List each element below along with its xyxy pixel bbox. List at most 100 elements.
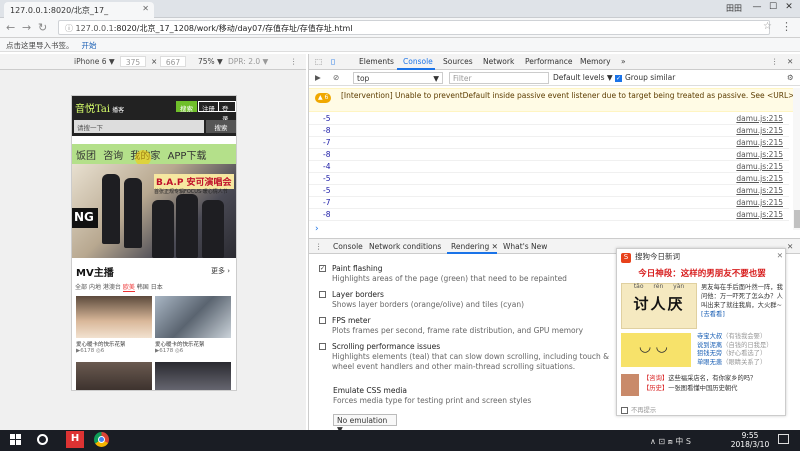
- info-icon[interactable]: ⓘ: [65, 24, 76, 33]
- cortana-icon[interactable]: [37, 434, 48, 445]
- context-select[interactable]: top ▼: [353, 72, 443, 84]
- hbuilder-app-icon[interactable]: H: [66, 431, 84, 448]
- device-more-icon[interactable]: ⋮: [290, 57, 298, 66]
- rendering-option-fps-meter[interactable]: FPS meter Plots frames per second, frame…: [319, 316, 619, 336]
- clear-console-icon[interactable]: ⊘: [333, 73, 339, 82]
- phone-nav-item[interactable]: 饭团: [76, 151, 96, 162]
- sogou-desc-link[interactable]: [去看看]: [701, 311, 725, 318]
- drawer-tab-network-conditions[interactable]: Network conditions: [369, 242, 441, 251]
- close-window-icon[interactable]: ✕: [782, 2, 796, 12]
- drawer-close-icon[interactable]: ✕: [787, 242, 793, 251]
- tab-close-icon[interactable]: ✕: [142, 4, 149, 13]
- bookmark-star-icon[interactable]: ☆: [763, 21, 772, 32]
- log-source-link[interactable]: damu.js:215: [736, 174, 783, 183]
- tabs-overflow[interactable]: »: [621, 57, 626, 66]
- checkbox-icon[interactable]: [319, 291, 326, 298]
- sogou-word-item[interactable]: 寺宝大叔（有钱我会娶）: [697, 333, 785, 342]
- drawer-menu-icon[interactable]: ⋮: [315, 242, 323, 251]
- tab-performance[interactable]: Performance: [525, 57, 573, 66]
- mv-thumbnail[interactable]: [155, 362, 231, 390]
- filter-tab[interactable]: 港澳台: [103, 284, 121, 291]
- group-similar-checkbox[interactable]: ✓ Group similar: [615, 73, 675, 82]
- checkbox-icon[interactable]: [319, 343, 326, 350]
- levels-select[interactable]: Default levels ▼: [553, 73, 613, 82]
- tab-console[interactable]: Console: [403, 57, 433, 66]
- zoom-select[interactable]: 75% ▼: [198, 57, 223, 66]
- warning-count-badge[interactable]: ▲ 6: [315, 93, 332, 103]
- tab-network[interactable]: Network: [483, 57, 514, 66]
- checkbox-checked-icon[interactable]: ✓: [319, 265, 326, 272]
- sogou-news-item[interactable]: 【历史】一张图看懂中国历史朝代: [643, 384, 785, 394]
- log-source-link[interactable]: damu.js:215: [736, 114, 783, 123]
- tab-sources[interactable]: Sources: [443, 57, 473, 66]
- phone-register-button[interactable]: 注册: [198, 101, 219, 113]
- phone-search-toggle[interactable]: 搜索: [176, 101, 197, 113]
- sogou-word-item[interactable]: 说到泥离（自钱的日我是）: [697, 342, 785, 351]
- device-toggle-icon[interactable]: ▯: [331, 57, 335, 66]
- phone-nav-item[interactable]: 咨询: [103, 151, 123, 162]
- sogou-news-item[interactable]: 【咨询】这些福采店名，有你家乡的吗？: [643, 374, 785, 384]
- url-input[interactable]: ⓘ 127.0.0.1:8020/北京_17_1208/work/移动/day0…: [58, 20, 770, 35]
- tab-memory[interactable]: Memory: [580, 57, 611, 66]
- filter-tab[interactable]: 日本: [151, 284, 163, 291]
- console-scrollbar[interactable]: [793, 88, 800, 230]
- checkbox-icon[interactable]: [621, 406, 628, 414]
- console-scroll-thumb[interactable]: [794, 210, 800, 228]
- drawer-tab-rendering[interactable]: Rendering ✕: [451, 242, 498, 251]
- sogou-word-item[interactable]: 狙钱无旁（好心看选了）: [697, 350, 785, 359]
- log-source-link[interactable]: damu.js:215: [736, 198, 783, 207]
- log-source-link[interactable]: damu.js:215: [736, 126, 783, 135]
- mv-thumbnail[interactable]: [76, 362, 152, 390]
- phone-nav-item[interactable]: APP下载: [168, 151, 207, 162]
- maximize-icon[interactable]: ☐: [766, 2, 780, 12]
- checkbox-icon[interactable]: [319, 317, 326, 324]
- taskbar-clock[interactable]: 9:55 2018/3/10: [730, 431, 770, 449]
- reload-icon[interactable]: ↻: [38, 21, 47, 34]
- sidebar-toggle-icon[interactable]: ▶: [315, 73, 321, 82]
- bookmarks-start-link[interactable]: 开始: [82, 41, 97, 50]
- minimize-icon[interactable]: —: [750, 2, 764, 12]
- sogou-headline[interactable]: 今日神段：这样的男朋友不要也罢: [617, 267, 787, 279]
- windows-start-icon[interactable]: [10, 434, 22, 446]
- notification-icon[interactable]: [778, 434, 789, 444]
- menu-icon[interactable]: ⋮: [781, 20, 792, 33]
- dpr-select[interactable]: DPR: 2.0 ▼: [228, 57, 268, 66]
- filter-tab[interactable]: 全部: [75, 284, 87, 291]
- forward-icon[interactable]: →: [22, 21, 31, 34]
- mv-thumbnail[interactable]: [76, 296, 152, 338]
- devtools-close-icon[interactable]: ✕: [787, 57, 793, 66]
- tab-elements[interactable]: Elements: [359, 57, 394, 66]
- sogou-word-item[interactable]: 单眼无患（眼睛关系了）: [697, 359, 785, 368]
- sogou-news-thumb[interactable]: [621, 374, 639, 396]
- drawer-tab-console[interactable]: Console: [333, 242, 363, 251]
- phone-search-input[interactable]: 请搜一下: [74, 120, 204, 133]
- drawer-tab-whats-new[interactable]: What's New: [503, 242, 547, 251]
- user-label[interactable]: 田田: [726, 3, 742, 14]
- devtools-menu-icon[interactable]: ⋮: [771, 57, 779, 66]
- console-prompt[interactable]: ›: [315, 224, 319, 234]
- filter-tab[interactable]: 内地: [89, 284, 101, 291]
- inspect-icon[interactable]: ⬚: [315, 57, 322, 66]
- section-more-link[interactable]: 更多 ›: [211, 266, 230, 276]
- mv-thumbnail[interactable]: [155, 296, 231, 338]
- chrome-app-icon[interactable]: [94, 432, 109, 447]
- phone-search-button[interactable]: 搜索: [206, 120, 236, 133]
- log-source-link[interactable]: damu.js:215: [736, 138, 783, 147]
- rendering-option-layer-borders[interactable]: Layer borders Shows layer borders (orang…: [319, 290, 619, 310]
- system-tray[interactable]: ∧ ⊡ ⧈ 中 S: [650, 436, 691, 447]
- browser-tab[interactable]: 127.0.0.1:8020/北京_17_ ✕: [4, 2, 154, 18]
- height-input[interactable]: 667: [160, 56, 186, 67]
- phone-login-button[interactable]: 登录: [218, 101, 236, 123]
- filter-tab-active[interactable]: 欧美: [122, 284, 135, 292]
- log-source-link[interactable]: damu.js:215: [736, 162, 783, 171]
- console-settings-icon[interactable]: ⚙: [787, 73, 794, 82]
- device-select[interactable]: iPhone 6 ▼: [74, 57, 115, 66]
- console-filter-input[interactable]: Filter: [449, 72, 549, 84]
- phone-logo[interactable]: 音悦Tai 播客: [75, 100, 124, 115]
- width-input[interactable]: 375: [120, 56, 146, 67]
- sogou-dont-show[interactable]: 不再提示: [621, 405, 656, 414]
- log-source-link[interactable]: damu.js:215: [736, 150, 783, 159]
- emulate-media-select[interactable]: No emulation ▼: [333, 414, 397, 434]
- log-source-link[interactable]: damu.js:215: [736, 210, 783, 219]
- sogou-close-icon[interactable]: ✕: [777, 251, 783, 260]
